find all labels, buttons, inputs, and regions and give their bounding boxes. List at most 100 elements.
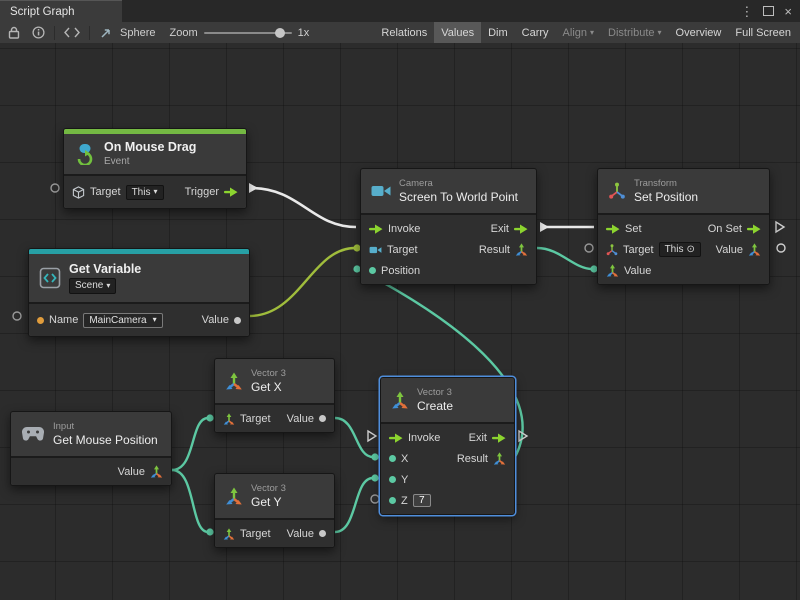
transform-icon <box>608 182 626 200</box>
port-label-result: Result <box>457 453 488 465</box>
cube-icon <box>72 186 85 199</box>
port-hollow-variable-name[interactable] <box>13 312 21 320</box>
relations-button[interactable]: Relations <box>374 22 434 43</box>
port-dot-icon[interactable] <box>319 530 326 537</box>
port-dot-icon[interactable] <box>389 497 396 504</box>
zoom-slider[interactable] <box>204 32 292 34</box>
wire-trigger-to-invoke[interactable] <box>251 188 356 227</box>
wire-mouse-to-getx[interactable] <box>172 418 208 470</box>
port-label-value: Value <box>118 466 145 478</box>
node-header: Transform Set Position <box>598 169 769 213</box>
port-hollow-setpos-value-out[interactable] <box>777 244 785 252</box>
align-button[interactable]: Align▾ <box>556 22 601 43</box>
node-on-mouse-drag[interactable]: On Mouse Drag Event Target This ▾ <box>63 128 247 209</box>
port-dot-getx-target[interactable] <box>206 414 213 421</box>
flow-arrow-icon[interactable] <box>224 187 238 197</box>
port-hollow-setpos-target[interactable] <box>585 244 593 252</box>
vector3-icon[interactable] <box>748 243 761 256</box>
wire-gety-to-y[interactable] <box>335 478 373 532</box>
node-category: Vector 3 <box>251 483 286 494</box>
menu-dots-icon[interactable]: ⋮ <box>740 5 753 18</box>
node-get-variable[interactable]: Get Variable Scene ▾ Name MainCamera ▾ <box>28 248 250 337</box>
distribute-button[interactable]: Distribute▾ <box>601 22 668 43</box>
port-dot-icon[interactable] <box>389 455 396 462</box>
port-dot-icon[interactable] <box>369 267 376 274</box>
chevron-down-icon: ▾ <box>658 29 662 37</box>
chevron-down-icon: ▾ <box>153 188 157 196</box>
toolbar-buttons: Relations Values Dim Carry Align▾ Distri… <box>374 22 798 43</box>
variable-name-dropdown[interactable]: MainCamera ▾ <box>83 313 162 328</box>
port-dot-icon[interactable] <box>234 317 241 324</box>
port-dot-gety-target[interactable] <box>206 528 213 535</box>
zoom-slider-handle[interactable] <box>275 28 285 38</box>
dim-button[interactable]: Dim <box>481 22 515 43</box>
vector3-icon[interactable] <box>493 452 506 465</box>
graph-owner-selector[interactable]: Sphere <box>93 27 163 39</box>
this-dropdown[interactable]: This ⊙ <box>659 242 701 257</box>
flow-arrow-icon[interactable] <box>606 224 620 234</box>
flow-arrow-icon[interactable] <box>369 224 383 234</box>
port-hollow-create-z[interactable] <box>371 495 379 503</box>
port-dot-icon[interactable] <box>389 476 396 483</box>
node-header: Input Get Mouse Position <box>11 412 171 456</box>
port-triangle-on-set[interactable] <box>776 222 784 232</box>
vector3-icon <box>606 264 619 277</box>
port-dot-x[interactable] <box>371 453 378 460</box>
graph-canvas[interactable]: On Mouse Drag Event Target This ▾ <box>0 43 800 600</box>
node-screen-to-world-point[interactable]: Camera Screen To World Point Invoke Exit <box>360 168 537 285</box>
port-label-target: Target <box>387 244 418 256</box>
flow-arrow-icon[interactable] <box>492 433 506 443</box>
node-create-vector3[interactable]: Vector 3 Create Invoke Exit <box>380 377 515 515</box>
port-dot-icon[interactable] <box>319 415 326 422</box>
node-title: Get Mouse Position <box>53 433 158 447</box>
port-dot-icon[interactable] <box>37 317 44 324</box>
port-triangle-create-invoke[interactable] <box>368 431 376 441</box>
maximize-icon[interactable] <box>763 6 774 16</box>
on-mouse-drag-icon <box>74 143 96 165</box>
flow-arrow-icon[interactable] <box>747 224 761 234</box>
lock-icon[interactable] <box>2 22 26 43</box>
port-label-result: Result <box>479 244 510 256</box>
node-header: Vector 3 Get X <box>215 359 334 403</box>
close-icon[interactable]: × <box>784 5 792 18</box>
wire-result-to-value[interactable] <box>537 248 592 269</box>
port-label-target: Target <box>240 528 271 540</box>
wire-mouse-to-gety[interactable] <box>172 470 208 532</box>
graph-owner-label: Sphere <box>120 27 155 39</box>
port-dot-y[interactable] <box>371 474 378 481</box>
window-controls: ⋮ × <box>740 0 800 22</box>
carry-button[interactable]: Carry <box>515 22 556 43</box>
fullscreen-button[interactable]: Full Screen <box>728 22 798 43</box>
flow-arrow-icon[interactable] <box>389 433 403 443</box>
tab-script-graph[interactable]: Script Graph <box>0 0 122 22</box>
port-label-value-in: Value <box>624 265 651 277</box>
node-category: Transform <box>634 178 698 189</box>
zoom-label: Zoom <box>169 27 197 39</box>
z-value-input[interactable]: 7 <box>413 494 431 507</box>
node-get-mouse-position[interactable]: Input Get Mouse Position Value <box>10 411 172 486</box>
port-label-value: Value <box>287 413 314 425</box>
node-get-x[interactable]: Vector 3 Get X Target Value <box>214 358 335 433</box>
node-category: Input <box>53 421 158 432</box>
info-icon[interactable] <box>26 22 51 43</box>
variable-scope-dropdown[interactable]: Scene ▾ <box>69 278 116 294</box>
node-set-position[interactable]: Transform Set Position Set On Set <box>597 168 770 285</box>
vector3-icon[interactable] <box>150 465 163 478</box>
port-label-exit: Exit <box>491 223 509 235</box>
values-button[interactable]: Values <box>434 22 481 43</box>
vector3-icon[interactable] <box>515 243 528 256</box>
node-get-y[interactable]: Vector 3 Get Y Target Value <box>214 473 335 548</box>
vector3-icon <box>391 391 409 409</box>
tab-title: Script Graph <box>10 6 75 18</box>
wire-variable-to-target[interactable] <box>249 248 355 316</box>
port-label-trigger: Trigger <box>185 186 219 198</box>
this-dropdown[interactable]: This ▾ <box>126 185 164 200</box>
chevron-down-icon: ▾ <box>106 282 110 290</box>
port-label-invoke: Invoke <box>388 223 420 235</box>
code-icon[interactable] <box>58 22 86 43</box>
port-hollow-omd-target[interactable] <box>51 184 59 192</box>
node-ports: Invoke Exit X Result <box>381 422 514 514</box>
flow-arrow-icon[interactable] <box>514 224 528 234</box>
overview-button[interactable]: Overview <box>669 22 729 43</box>
script-graph-window: Script Graph ⋮ × Sphere Zoom 1x <box>0 0 800 600</box>
